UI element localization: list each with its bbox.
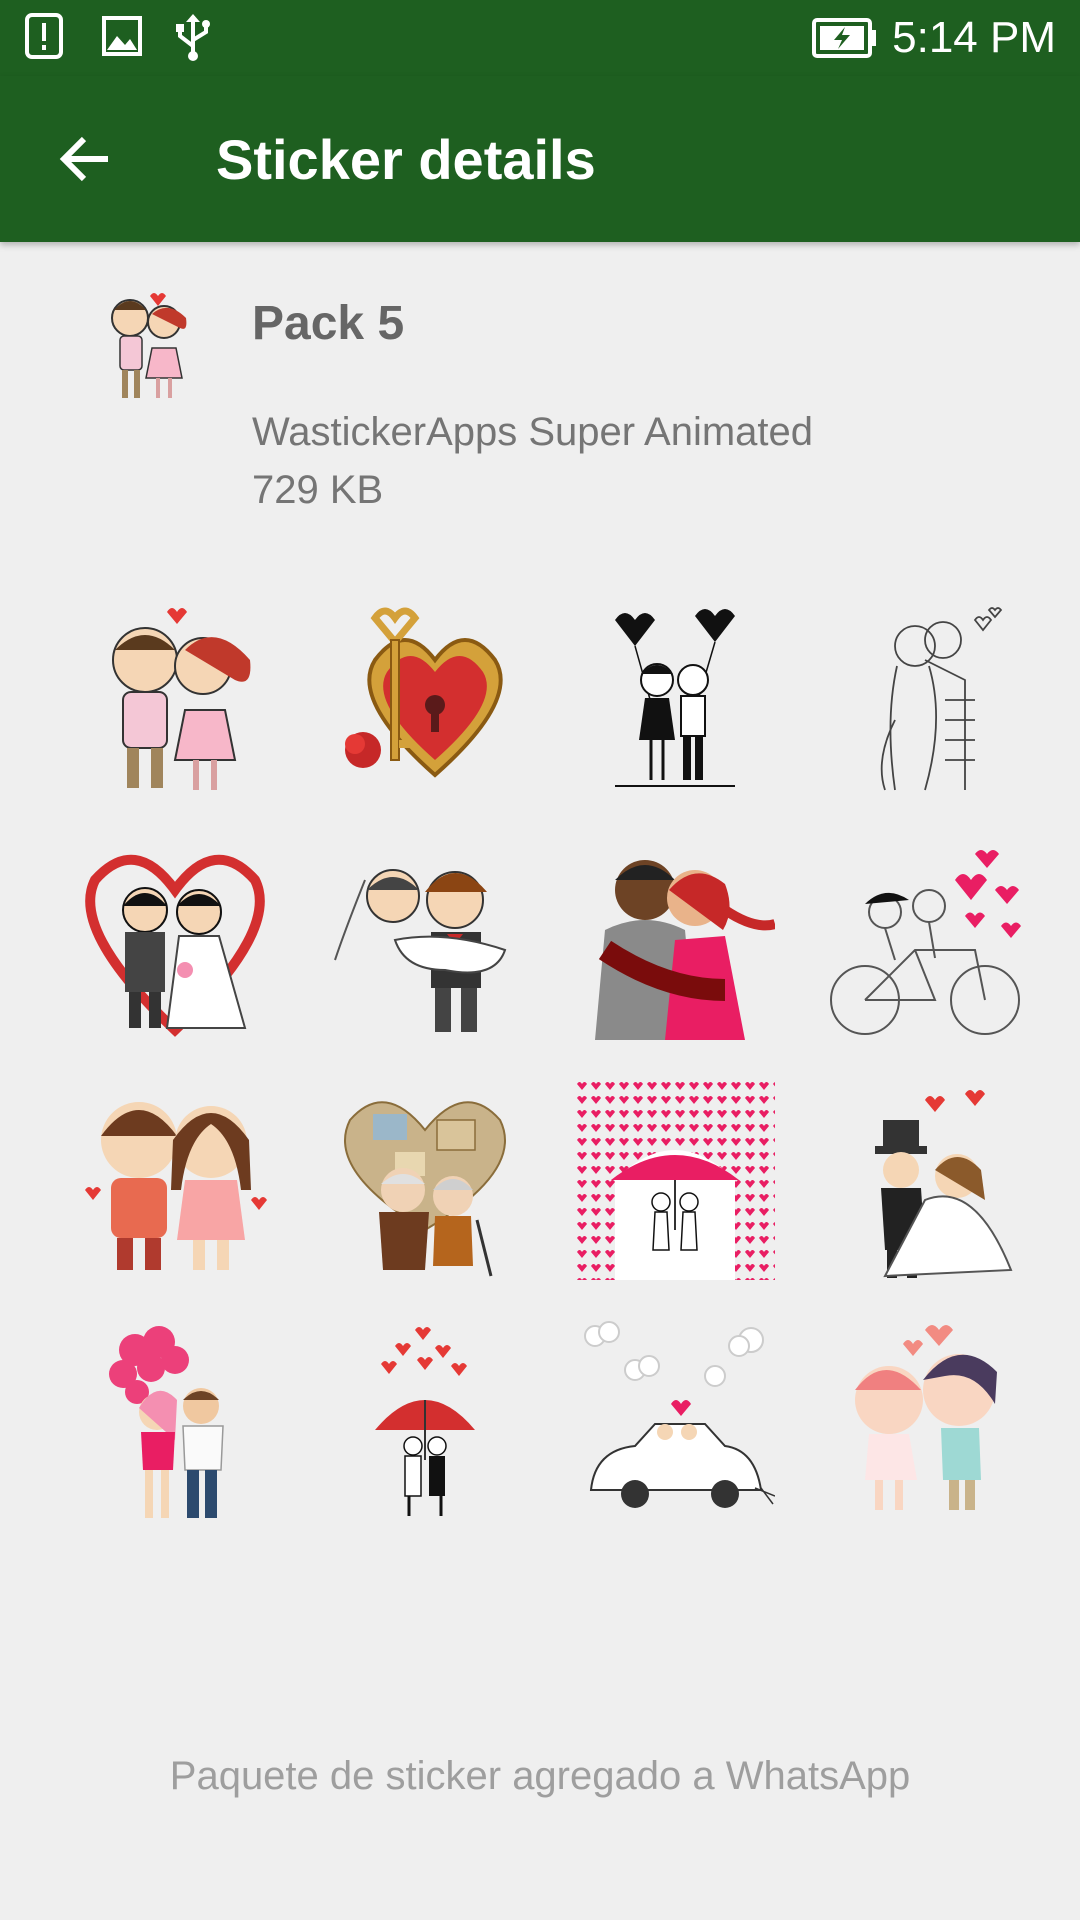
pack-name: Pack 5 xyxy=(252,297,405,350)
status-time: 5:14 PM xyxy=(892,13,1056,62)
image-icon xyxy=(102,16,142,61)
embrace-couple-sticker[interactable] xyxy=(560,840,790,1040)
red-umbrella-couple-sticker[interactable] xyxy=(310,1320,540,1520)
app-bar: Sticker details xyxy=(0,76,1080,242)
wedding-car-sticker[interactable] xyxy=(560,1320,790,1520)
balloon-couple-sticker[interactable] xyxy=(560,600,790,800)
pack-thumbnail xyxy=(90,288,210,408)
back-button[interactable] xyxy=(50,126,120,196)
battery-charging-icon xyxy=(812,18,878,63)
pack-size: 729 KB xyxy=(252,468,384,512)
pack-publisher: WastickerApps Super Animated xyxy=(252,410,813,454)
status-bar: 5:14 PM xyxy=(0,0,1080,76)
heart-wedding-couple-sticker[interactable] xyxy=(60,840,290,1040)
alert-icon xyxy=(24,12,64,65)
usb-icon xyxy=(172,12,214,67)
umbrella-hearts-sticker[interactable] xyxy=(560,1080,790,1280)
cute-couple-sticker[interactable] xyxy=(60,1080,290,1280)
sticker-grid xyxy=(60,600,1021,1520)
bride-carry-sticker[interactable] xyxy=(310,840,540,1040)
wedding-dance-sticker[interactable] xyxy=(810,1080,1040,1280)
sketch-hug-sticker[interactable] xyxy=(810,600,1040,800)
arrow-back-icon xyxy=(58,134,112,189)
couple-kiss-sticker[interactable] xyxy=(60,600,290,800)
pink-balloons-couple-sticker[interactable] xyxy=(60,1320,290,1520)
bicycle-couple-sticker[interactable] xyxy=(810,840,1040,1040)
added-to-whatsapp-message: Paquete de sticker agregado a WhatsApp xyxy=(169,1754,911,1798)
heart-lock-key-sticker[interactable] xyxy=(310,600,540,800)
page-title: Sticker details xyxy=(216,128,596,191)
kiss-hearts-sticker[interactable] xyxy=(810,1320,1040,1520)
elderly-couple-sticker[interactable] xyxy=(310,1080,540,1280)
